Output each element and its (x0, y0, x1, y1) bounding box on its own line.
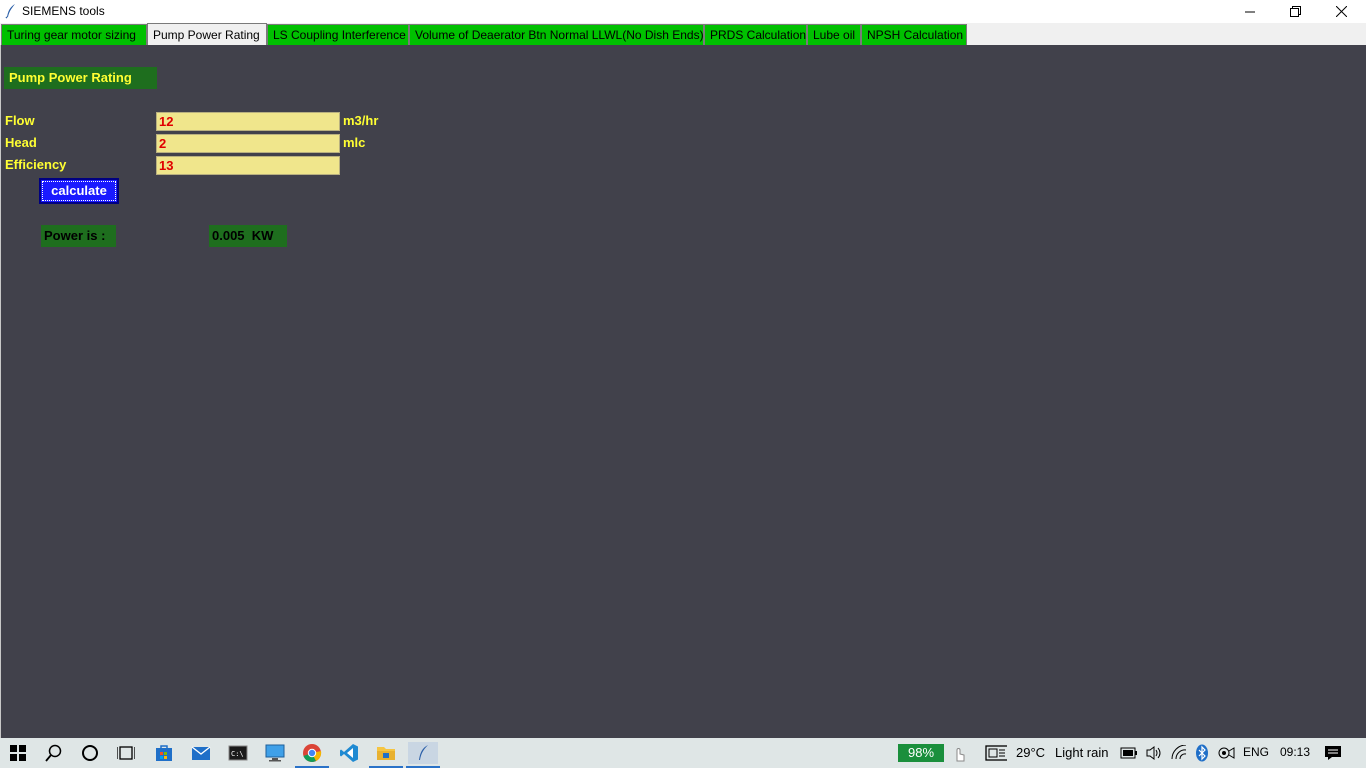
efficiency-input[interactable]: 13 (156, 156, 340, 175)
search-icon[interactable] (43, 742, 65, 764)
feather-app-icon[interactable] (406, 742, 440, 768)
language-indicator[interactable]: ENG (1243, 745, 1269, 759)
section-heading: Pump Power Rating (4, 67, 157, 89)
volume-icon[interactable] (1143, 742, 1165, 764)
feather-icon (4, 3, 18, 19)
efficiency-label: Efficiency (5, 157, 67, 172)
weather-icon[interactable] (985, 742, 1007, 764)
pump-power-rating-panel: Pump Power Rating Flow 12 m3/hr Head 2 m… (0, 45, 1366, 738)
chrome-icon[interactable] (295, 742, 329, 768)
minimize-button[interactable] (1227, 0, 1273, 23)
wifi-icon[interactable] (1168, 742, 1190, 764)
tab-turing-gear-motor-sizing[interactable]: Turing gear motor sizing (1, 24, 147, 45)
touch-hand-icon[interactable] (948, 742, 970, 764)
battery-icon[interactable] (1118, 742, 1140, 764)
restore-button[interactable] (1272, 0, 1318, 23)
app-window: SIEMENS tools Turing gear motor sizing P… (0, 0, 1366, 738)
head-unit: mlc (343, 135, 366, 150)
command-prompt-icon[interactable]: C:\ (227, 742, 249, 764)
tab-volume-of-deaerator[interactable]: Volume of Deaerator Btn Normal LLWL(No D… (409, 24, 704, 45)
taskbar: C:\ 98% 29°C Light rain ENG 09:13 (0, 738, 1366, 768)
flow-label: Flow (5, 113, 35, 128)
file-explorer-icon[interactable] (369, 742, 403, 768)
store-icon[interactable] (153, 742, 175, 764)
tab-prds-calculation[interactable]: PRDS Calculation (704, 24, 807, 45)
vscode-icon[interactable] (338, 742, 360, 764)
calculate-button[interactable]: calculate (39, 178, 119, 204)
camera-icon[interactable] (1215, 742, 1237, 764)
tab-bar: Turing gear motor sizing Pump Power Rati… (0, 23, 1366, 46)
flow-input[interactable]: 12 (156, 112, 340, 131)
close-icon (1335, 6, 1347, 17)
mail-icon[interactable] (190, 742, 212, 764)
restore-icon (1289, 6, 1301, 17)
remote-desktop-icon[interactable] (264, 742, 286, 764)
bluetooth-icon[interactable] (1191, 742, 1213, 764)
minimize-icon (1245, 11, 1255, 12)
temperature-text[interactable]: 29°C (1016, 745, 1045, 760)
tab-pump-power-rating[interactable]: Pump Power Rating (147, 23, 267, 46)
title-bar[interactable]: SIEMENS tools (0, 0, 1366, 23)
tab-ls-coupling-interference[interactable]: LS Coupling Interference (267, 24, 409, 45)
notifications-icon[interactable] (1322, 742, 1344, 764)
window-title: SIEMENS tools (22, 4, 105, 18)
close-button[interactable] (1318, 0, 1364, 23)
result-label: Power is : (41, 225, 116, 247)
tab-npsh-calculation[interactable]: NPSH Calculation (861, 24, 967, 45)
tab-lube-oil[interactable]: Lube oil (807, 24, 861, 45)
windows-start-icon[interactable] (7, 742, 29, 764)
cortana-icon[interactable] (79, 742, 101, 764)
weather-text[interactable]: Light rain (1055, 745, 1108, 760)
task-view-icon[interactable] (115, 742, 137, 764)
head-input[interactable]: 2 (156, 134, 340, 153)
result-value: 0.005 KW (209, 225, 287, 247)
svg-text:C:\: C:\ (231, 750, 244, 758)
clock[interactable]: 09:13 (1280, 745, 1310, 759)
flow-unit: m3/hr (343, 113, 379, 128)
battery-indicator[interactable]: 98% (898, 744, 944, 762)
head-label: Head (5, 135, 37, 150)
